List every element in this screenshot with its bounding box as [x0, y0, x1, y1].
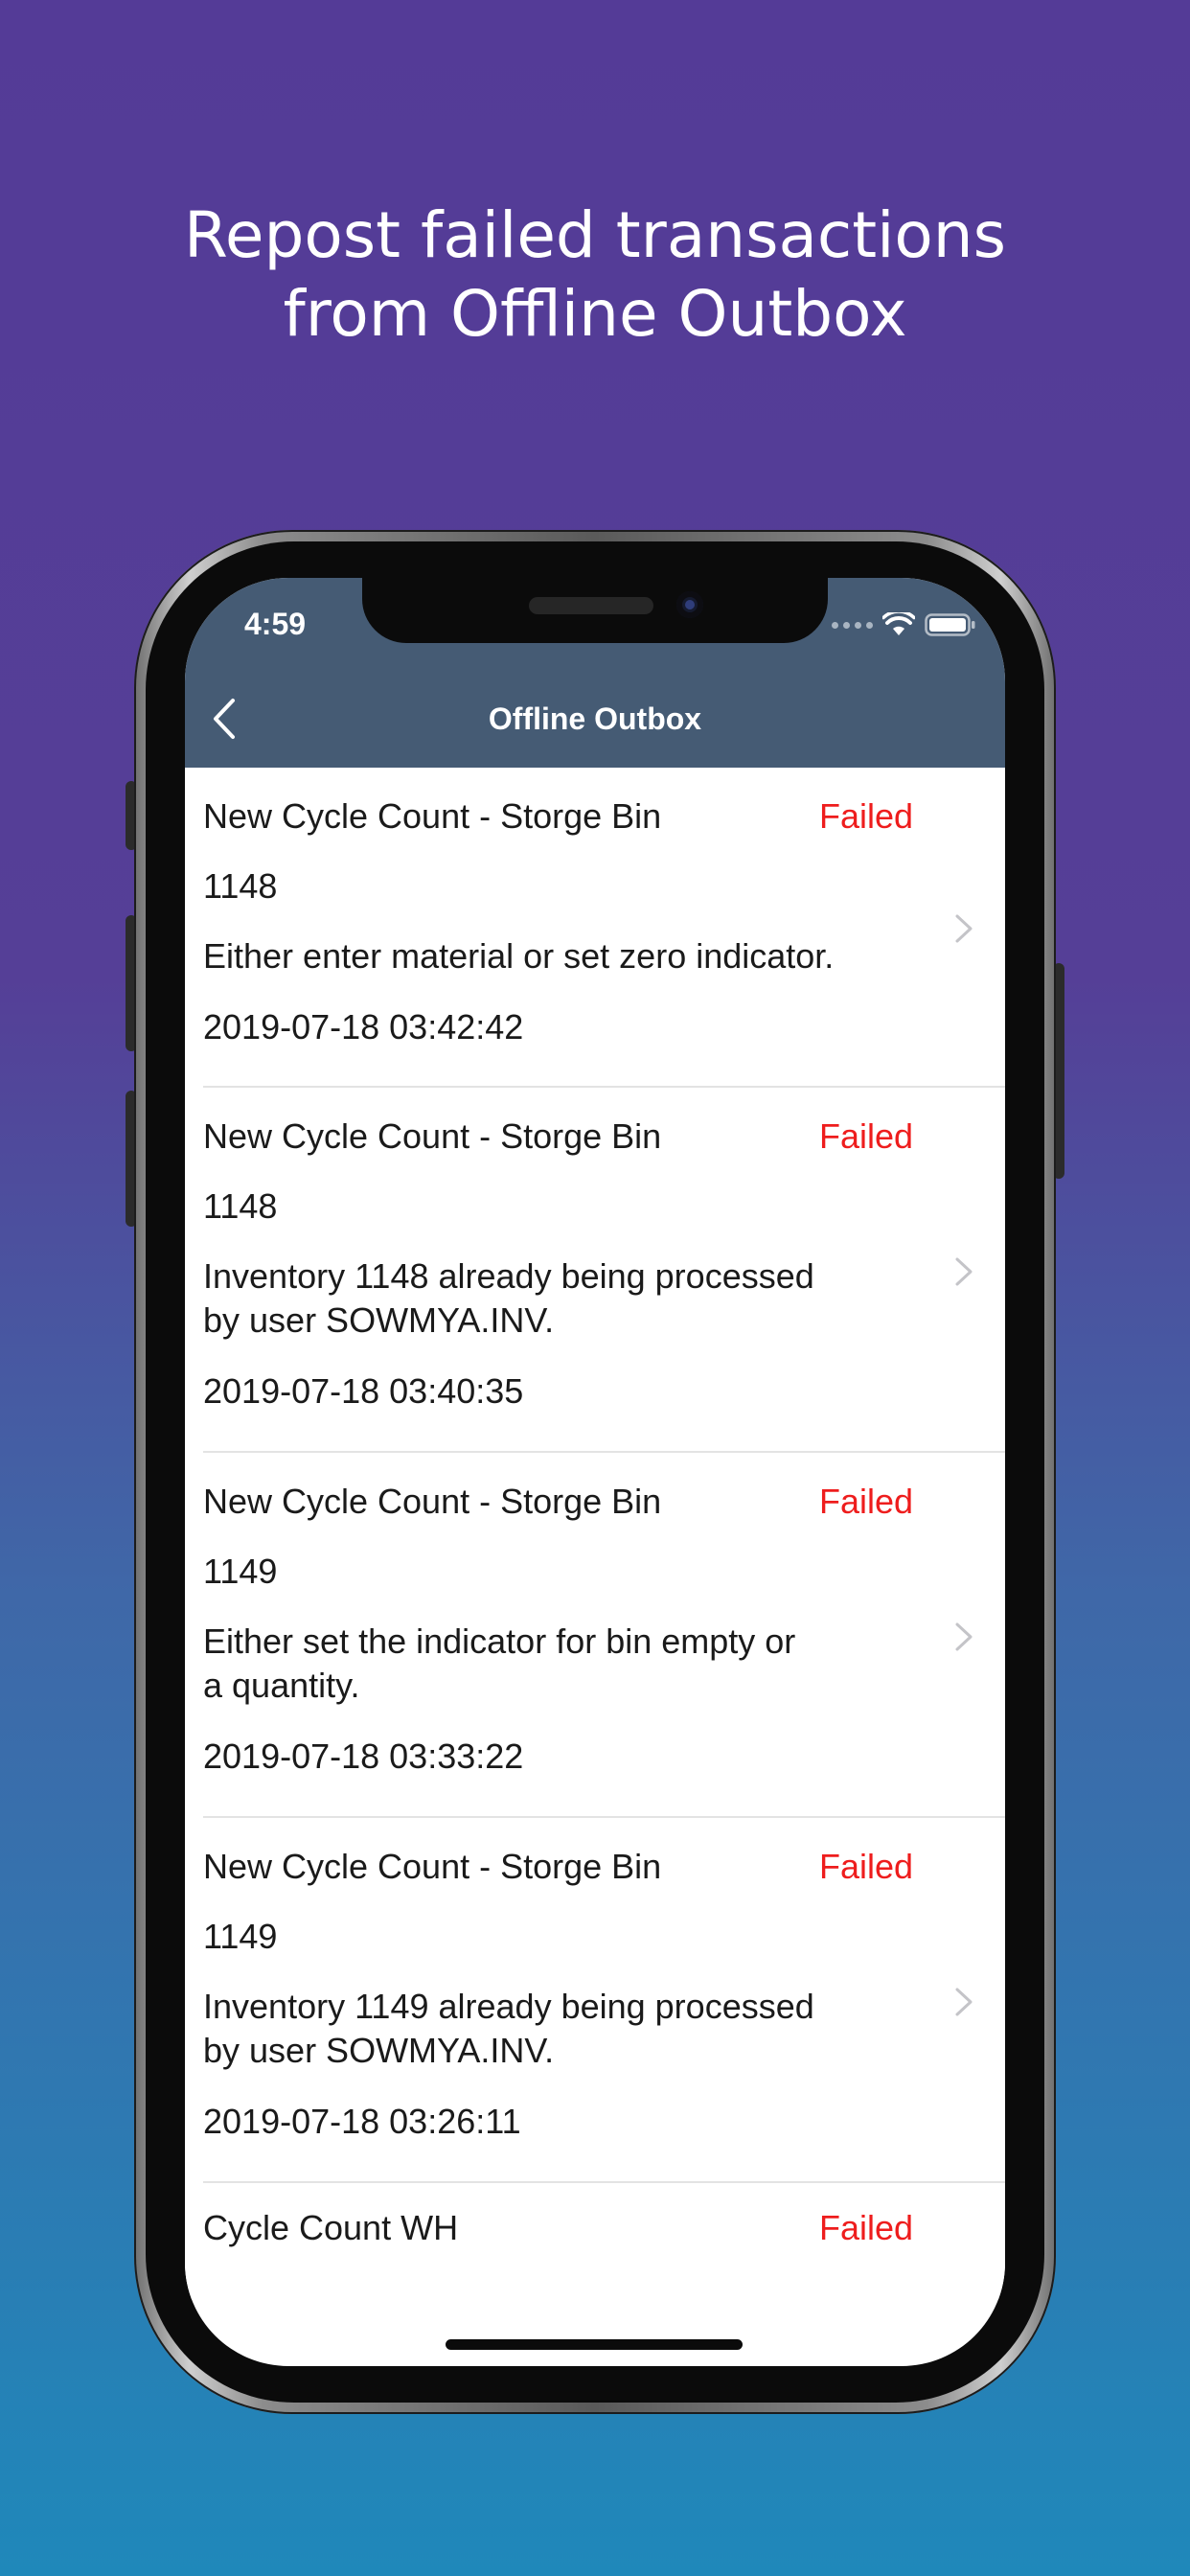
- status-badge: Failed: [819, 1482, 914, 1521]
- transaction-title: Cycle Count WH: [203, 2208, 459, 2247]
- page-title: Offline Outbox: [488, 702, 702, 736]
- status-bar-time: 4:59: [244, 607, 307, 641]
- outbox-row[interactable]: New Cycle Count - Storge Bin Failed 1149…: [185, 1818, 1005, 2183]
- cellular-signal-icon: [832, 621, 873, 629]
- transaction-title: New Cycle Count - Storge Bin: [203, 1482, 662, 1521]
- error-message: Either set the indicator for bin empty o…: [203, 1620, 893, 1708]
- phone-notch: [362, 578, 828, 643]
- battery-icon: [925, 613, 975, 636]
- outbox-row[interactable]: New Cycle Count - Storge Bin Failed 1148…: [185, 768, 1005, 1088]
- transaction-title: New Cycle Count - Storge Bin: [203, 1847, 662, 1886]
- earpiece-speaker: [529, 597, 653, 614]
- phone-screen: 4:59 Offline Outbox New Cycle Count - St…: [185, 578, 1005, 2366]
- wifi-icon: [882, 612, 915, 635]
- outbox-list: New Cycle Count - Storge Bin Failed 1148…: [185, 768, 1005, 2299]
- error-message-line: Either enter material or set zero indica…: [203, 936, 835, 976]
- promo-headline-line-1: Repost failed transactions: [183, 198, 1007, 272]
- transaction-title: New Cycle Count - Storge Bin: [203, 1116, 662, 1156]
- status-bar-indicators: [832, 610, 976, 639]
- error-message: Inventory 1149 already being processed b…: [203, 1985, 893, 2073]
- error-message-line: by user SOWMYA.INV.: [203, 1300, 555, 1340]
- promo-headline: Repost failed transactions from Offline …: [0, 196, 1190, 354]
- navigation-bar: 4:59 Offline Outbox: [185, 578, 1005, 768]
- timestamp: 2019-07-18 03:42:42: [203, 1007, 524, 1046]
- document-number: 1149: [203, 1552, 278, 1591]
- transaction-title: New Cycle Count - Storge Bin: [203, 796, 662, 836]
- document-number: 1149: [203, 1917, 278, 1956]
- home-indicator[interactable]: [446, 2339, 743, 2350]
- error-message: Either enter material or set zero indica…: [203, 934, 893, 978]
- timestamp: 2019-07-18 03:26:11: [203, 2102, 521, 2141]
- outbox-row[interactable]: Cycle Count WH Failed: [185, 2183, 1005, 2299]
- document-number: 1148: [203, 1186, 278, 1226]
- status-badge: Failed: [819, 1116, 914, 1156]
- chevron-right-icon: [955, 1622, 973, 1651]
- error-message-line: Inventory 1148 already being processed: [203, 1256, 814, 1296]
- promo-headline-line-2: from Offline Outbox: [283, 277, 907, 351]
- error-message-line: by user SOWMYA.INV.: [203, 2031, 555, 2070]
- chevron-right-icon: [955, 914, 973, 943]
- outbox-row[interactable]: New Cycle Count - Storge Bin Failed 1148…: [185, 1088, 1005, 1453]
- status-badge: Failed: [819, 1847, 914, 1886]
- error-message: Inventory 1148 already being processed b…: [203, 1254, 893, 1343]
- error-message-line: Inventory 1149 already being processed: [203, 1987, 814, 2026]
- status-badge: Failed: [819, 796, 914, 836]
- error-message-line: a quantity.: [203, 1666, 360, 1705]
- status-badge: Failed: [819, 2208, 914, 2247]
- timestamp: 2019-07-18 03:33:22: [203, 1736, 524, 1776]
- outbox-row[interactable]: New Cycle Count - Storge Bin Failed 1149…: [185, 1453, 1005, 1818]
- document-number: 1148: [203, 866, 278, 906]
- chevron-right-icon: [955, 1257, 973, 1286]
- front-camera-icon: [676, 591, 703, 618]
- chevron-right-icon: [955, 1988, 973, 2016]
- error-message-line: Either set the indicator for bin empty o…: [203, 1622, 796, 1661]
- timestamp: 2019-07-18 03:40:35: [203, 1371, 524, 1411]
